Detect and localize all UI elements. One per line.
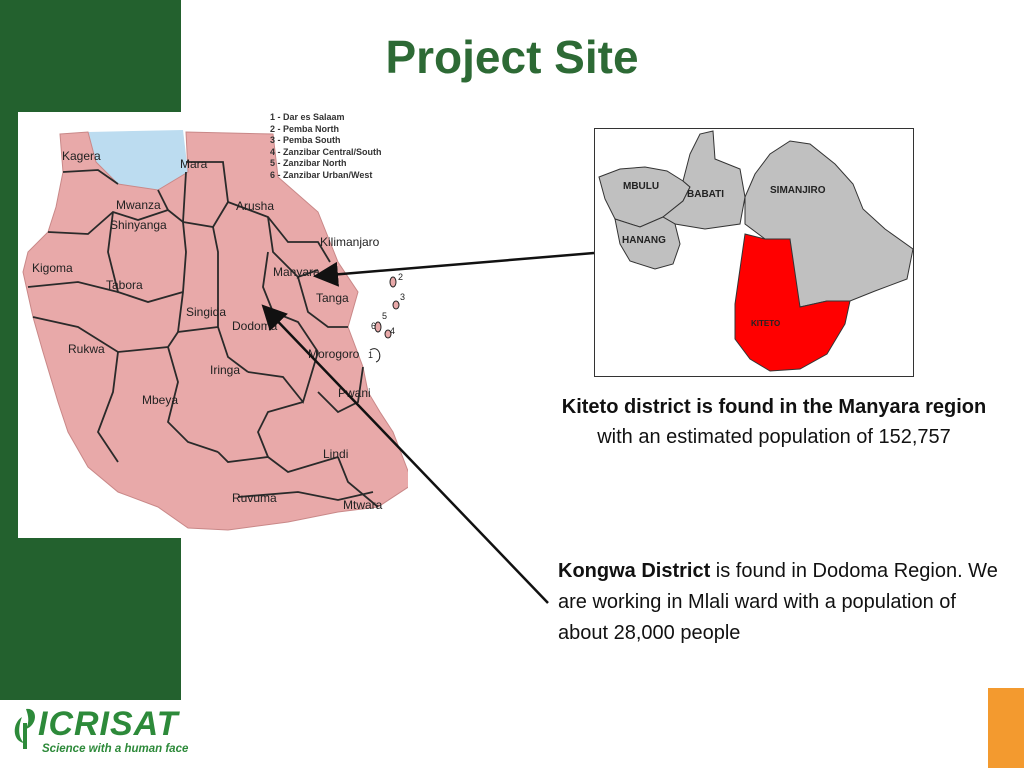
region-label-mwanza: Mwanza: [116, 198, 161, 212]
region-label-shinyanga: Shinyanga: [110, 218, 167, 232]
kiteto-caption: Kiteto district is found in the Manyara …: [560, 392, 988, 452]
icrisat-wordmark: ICRISAT: [38, 705, 179, 743]
region-label-mtwara: Mtwara: [343, 498, 383, 512]
legend-item: 6 - Zanzibar Urban/West: [270, 169, 373, 180]
legend-item: 4 - Zanzibar Central/South: [270, 146, 382, 157]
region-label-kilimanjaro: Kilimanjaro: [320, 235, 380, 249]
district-label-kiteto: KITETO: [751, 319, 780, 328]
region-label-pwani: Pwani: [338, 386, 371, 400]
region-label-singida: Singida: [186, 305, 226, 319]
page-title: Project Site: [385, 31, 639, 83]
region-label-kagera: Kagera: [62, 149, 101, 163]
region-label-kigoma: Kigoma: [32, 261, 73, 275]
district-label-babati: BABATI: [687, 189, 724, 200]
legend-item: 1 - Dar es Salaam: [270, 112, 345, 122]
island-number-1: 1: [368, 350, 373, 360]
region-label-arusha: Arusha: [236, 199, 274, 213]
kongwa-caption: Kongwa District is found in Dodoma Regio…: [558, 556, 1008, 649]
island-number-3: 3: [400, 292, 405, 302]
icrisat-leaf-icon: [14, 708, 35, 749]
map-legend: 1 - Dar es Salaam 2 - Pemba North 3 - Pe…: [270, 112, 382, 181]
legend-item: 5 - Zanzibar North: [270, 158, 347, 168]
island-number-5: 5: [382, 311, 387, 321]
orange-accent-box: [988, 688, 1024, 768]
region-label-morogoro: Morogoro: [308, 347, 360, 361]
legend-item: 2 - Pemba North: [270, 123, 340, 134]
district-label-simanjiro: SIMANJIRO: [770, 185, 826, 196]
district-label-mbulu: MBULU: [623, 181, 659, 192]
region-label-mara: Mara: [180, 157, 208, 171]
icrisat-logo: ICRISAT Science with a human face: [8, 703, 188, 761]
district-inset-graphic: MBULU BABATI SIMANJIRO HANANG KITETO: [598, 130, 914, 372]
region-label-mbeya: Mbeya: [142, 393, 178, 407]
island-number-4: 4: [390, 326, 395, 336]
region-label-dodoma: Dodoma: [232, 319, 278, 333]
tanzania-outline: [22, 131, 408, 531]
legend-item: 3 - Pemba South: [270, 135, 341, 145]
region-label-ruvuma: Ruvuma: [232, 491, 277, 505]
island-number-6: 6: [371, 321, 376, 331]
region-label-tanga: Tanga: [316, 291, 349, 305]
island-number-2: 2: [398, 272, 403, 282]
region-label-lindi: Lindi: [323, 447, 348, 461]
manyara-district-inset: MBULU BABATI SIMANJIRO HANANG KITETO: [594, 128, 914, 377]
region-label-iringa: Iringa: [210, 363, 240, 377]
district-label-hanang: HANANG: [622, 235, 666, 246]
region-label-manyara: Manyara: [273, 265, 320, 279]
kiteto-caption-text: with an estimated population of 152,757: [597, 426, 951, 448]
kongwa-caption-bold: Kongwa District: [558, 560, 711, 582]
icrisat-tagline: Science with a human face: [42, 743, 189, 755]
kiteto-caption-bold: Kiteto district is found in the Manyara …: [561, 396, 987, 418]
region-label-tabora: Tabora: [106, 278, 143, 292]
region-label-rukwa: Rukwa: [68, 342, 105, 356]
